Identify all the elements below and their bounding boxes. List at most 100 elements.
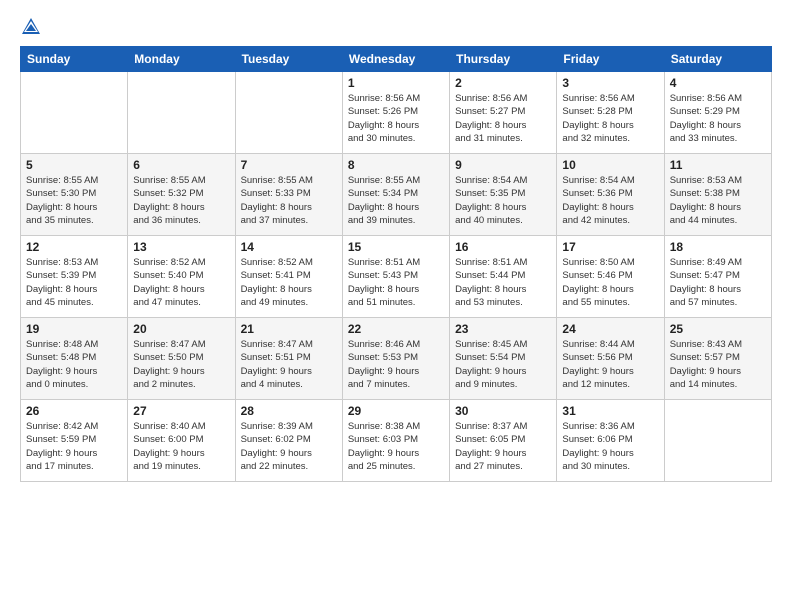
day-cell: 7 Sunrise: 8:55 AMSunset: 5:33 PMDaylight… [235,154,342,236]
day-cell: 4Sunrise: 8:56 AMSunset: 5:29 PMDaylight… [664,72,771,154]
day-cell: 8 Sunrise: 8:55 AMSunset: 5:34 PMDaylight… [342,154,449,236]
day-number: 29 [348,404,444,418]
day-info: Sunrise: 8:50 AMSunset: 5:46 PMDaylight:… [562,256,658,309]
day-number: 4 [670,76,766,90]
day-number: 31 [562,404,658,418]
day-number: 12 [26,240,122,254]
day-info: Sunrise: 8:39 AMSunset: 6:02 PMDaylight:… [241,420,337,473]
weekday-header-row: SundayMondayTuesdayWednesdayThursdayFrid… [21,47,772,72]
day-cell: 3 Sunrise: 8:56 AMSunset: 5:28 PMDaylight… [557,72,664,154]
day-cell: 9 Sunrise: 8:54 AMSunset: 5:35 PMDaylight… [450,154,557,236]
day-info: Sunrise: 8:49 AMSunset: 5:47 PMDaylight:… [670,256,766,309]
day-number: 2 [455,76,551,90]
day-info: Sunrise: 8:37 AMSunset: 6:05 PMDaylight:… [455,420,551,473]
day-info: Sunrise: 8:53 AMSunset: 5:39 PMDaylight:… [26,256,122,309]
week-row-3: 19 Sunrise: 8:48 AMSunset: 5:48 PMDayligh… [21,318,772,400]
day-info: Sunrise: 8:56 AMSunset: 5:26 PMDaylight:… [348,92,444,145]
day-info: Sunrise: 8:56 AMSunset: 5:28 PMDaylight:… [562,92,658,145]
day-info: Sunrise: 8:47 AMSunset: 5:51 PMDaylight:… [241,338,337,391]
day-number: 9 [455,158,551,172]
day-cell: 12 Sunrise: 8:53 AMSunset: 5:39 PMDayligh… [21,236,128,318]
day-cell: 30Sunrise: 8:37 AMSunset: 6:05 PMDayligh… [450,400,557,482]
day-info: Sunrise: 8:55 AMSunset: 5:30 PMDaylight:… [26,174,122,227]
day-number: 10 [562,158,658,172]
day-cell: 19 Sunrise: 8:48 AMSunset: 5:48 PMDayligh… [21,318,128,400]
day-cell: 10 Sunrise: 8:54 AMSunset: 5:36 PMDayligh… [557,154,664,236]
day-cell: 27 Sunrise: 8:40 AMSunset: 6:00 PMDayligh… [128,400,235,482]
day-number: 20 [133,322,229,336]
day-info: Sunrise: 8:54 AMSunset: 5:35 PMDaylight:… [455,174,551,227]
day-info: Sunrise: 8:44 AMSunset: 5:56 PMDaylight:… [562,338,658,391]
day-number: 7 [241,158,337,172]
day-number: 3 [562,76,658,90]
day-number: 25 [670,322,766,336]
calendar: SundayMondayTuesdayWednesdayThursdayFrid… [20,46,772,482]
day-info: Sunrise: 8:43 AMSunset: 5:57 PMDaylight:… [670,338,766,391]
day-cell: 26 Sunrise: 8:42 AMSunset: 5:59 PMDayligh… [21,400,128,482]
day-number: 19 [26,322,122,336]
day-number: 15 [348,240,444,254]
day-info: Sunrise: 8:45 AMSunset: 5:54 PMDaylight:… [455,338,551,391]
day-cell: 18 Sunrise: 8:49 AMSunset: 5:47 PMDayligh… [664,236,771,318]
weekday-tuesday: Tuesday [235,47,342,72]
week-row-1: 5Sunrise: 8:55 AMSunset: 5:30 PMDaylight… [21,154,772,236]
weekday-saturday: Saturday [664,47,771,72]
day-cell: 5Sunrise: 8:55 AMSunset: 5:30 PMDaylight… [21,154,128,236]
day-number: 18 [670,240,766,254]
day-info: Sunrise: 8:55 AMSunset: 5:34 PMDaylight:… [348,174,444,227]
day-info: Sunrise: 8:54 AMSunset: 5:36 PMDaylight:… [562,174,658,227]
weekday-monday: Monday [128,47,235,72]
day-info: Sunrise: 8:52 AMSunset: 5:41 PMDaylight:… [241,256,337,309]
day-info: Sunrise: 8:51 AMSunset: 5:44 PMDaylight:… [455,256,551,309]
day-cell: 17 Sunrise: 8:50 AMSunset: 5:46 PMDayligh… [557,236,664,318]
day-cell: 20 Sunrise: 8:47 AMSunset: 5:50 PMDayligh… [128,318,235,400]
weekday-wednesday: Wednesday [342,47,449,72]
day-cell: 22Sunrise: 8:46 AMSunset: 5:53 PMDayligh… [342,318,449,400]
day-info: Sunrise: 8:55 AMSunset: 5:32 PMDaylight:… [133,174,229,227]
logo [20,16,44,38]
weekday-thursday: Thursday [450,47,557,72]
day-number: 21 [241,322,337,336]
day-cell [128,72,235,154]
day-cell: 28 Sunrise: 8:39 AMSunset: 6:02 PMDayligh… [235,400,342,482]
day-cell: 29Sunrise: 8:38 AMSunset: 6:03 PMDayligh… [342,400,449,482]
day-cell: 21 Sunrise: 8:47 AMSunset: 5:51 PMDayligh… [235,318,342,400]
header [20,16,772,38]
day-number: 11 [670,158,766,172]
day-info: Sunrise: 8:42 AMSunset: 5:59 PMDaylight:… [26,420,122,473]
day-info: Sunrise: 8:48 AMSunset: 5:48 PMDaylight:… [26,338,122,391]
day-cell: 16 Sunrise: 8:51 AMSunset: 5:44 PMDayligh… [450,236,557,318]
day-cell: 23Sunrise: 8:45 AMSunset: 5:54 PMDayligh… [450,318,557,400]
weekday-friday: Friday [557,47,664,72]
day-cell: 25 Sunrise: 8:43 AMSunset: 5:57 PMDayligh… [664,318,771,400]
week-row-2: 12 Sunrise: 8:53 AMSunset: 5:39 PMDayligh… [21,236,772,318]
day-number: 1 [348,76,444,90]
day-number: 8 [348,158,444,172]
day-info: Sunrise: 8:52 AMSunset: 5:40 PMDaylight:… [133,256,229,309]
day-number: 27 [133,404,229,418]
day-cell: 13 Sunrise: 8:52 AMSunset: 5:40 PMDayligh… [128,236,235,318]
day-cell: 31 Sunrise: 8:36 AMSunset: 6:06 PMDayligh… [557,400,664,482]
day-number: 28 [241,404,337,418]
page: SundayMondayTuesdayWednesdayThursdayFrid… [0,0,792,612]
day-cell: 11Sunrise: 8:53 AMSunset: 5:38 PMDayligh… [664,154,771,236]
day-cell: 6 Sunrise: 8:55 AMSunset: 5:32 PMDaylight… [128,154,235,236]
logo-icon [20,16,42,38]
weekday-sunday: Sunday [21,47,128,72]
day-number: 17 [562,240,658,254]
day-number: 16 [455,240,551,254]
day-cell: 24 Sunrise: 8:44 AMSunset: 5:56 PMDayligh… [557,318,664,400]
day-cell: 14Sunrise: 8:52 AMSunset: 5:41 PMDayligh… [235,236,342,318]
day-number: 13 [133,240,229,254]
day-number: 22 [348,322,444,336]
day-info: Sunrise: 8:55 AMSunset: 5:33 PMDaylight:… [241,174,337,227]
day-info: Sunrise: 8:40 AMSunset: 6:00 PMDaylight:… [133,420,229,473]
day-cell: 2 Sunrise: 8:56 AMSunset: 5:27 PMDaylight… [450,72,557,154]
day-info: Sunrise: 8:47 AMSunset: 5:50 PMDaylight:… [133,338,229,391]
day-number: 6 [133,158,229,172]
day-info: Sunrise: 8:36 AMSunset: 6:06 PMDaylight:… [562,420,658,473]
day-number: 24 [562,322,658,336]
day-cell [235,72,342,154]
day-number: 26 [26,404,122,418]
day-info: Sunrise: 8:56 AMSunset: 5:27 PMDaylight:… [455,92,551,145]
